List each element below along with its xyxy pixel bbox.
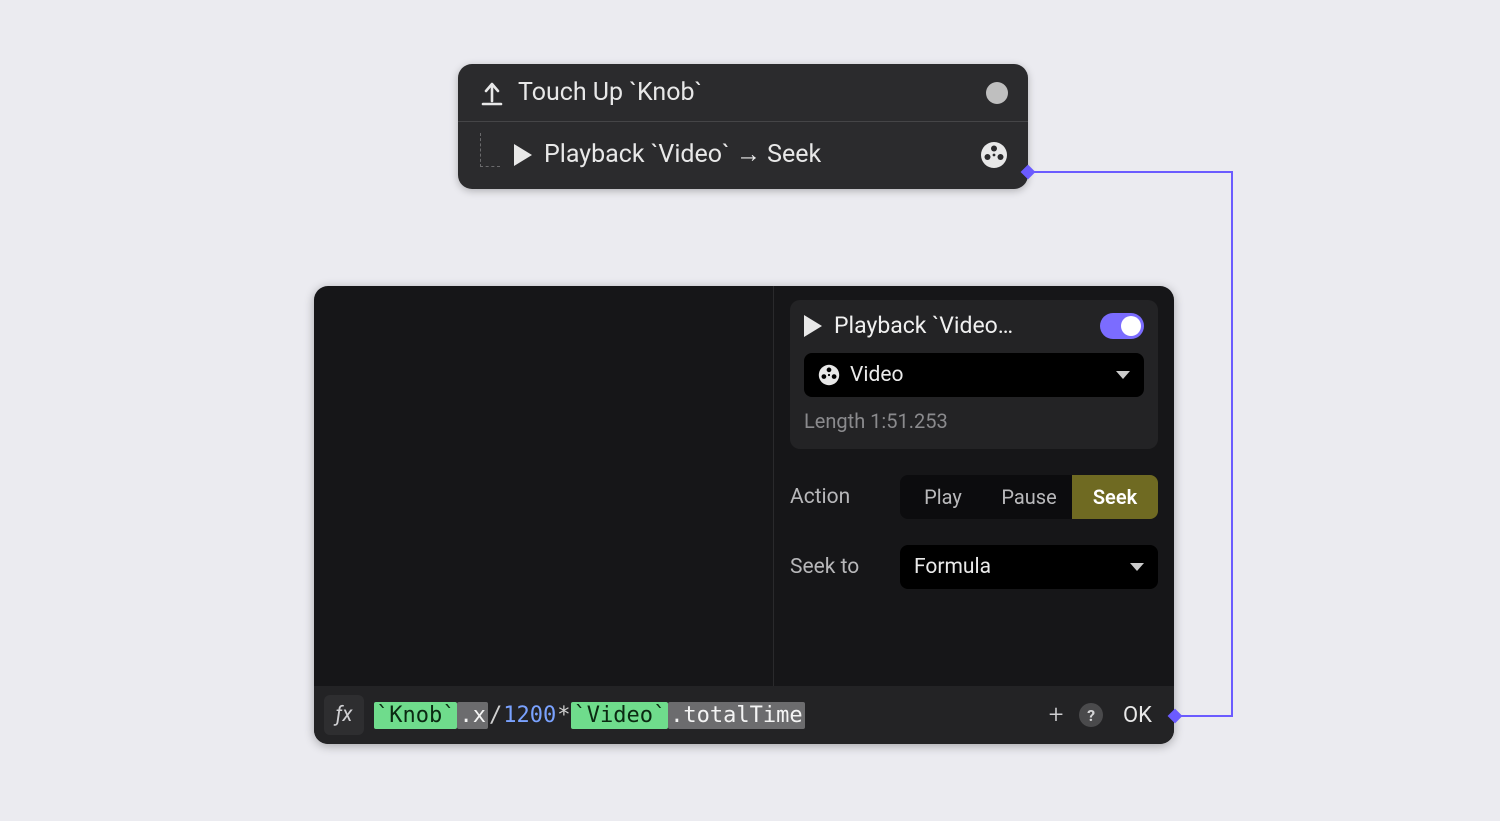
playback-group: Playback `Video… Video bbox=[790, 300, 1158, 449]
video-reel-icon bbox=[980, 141, 1008, 169]
formula-ok-button[interactable]: OK bbox=[1115, 703, 1160, 728]
node-action-row[interactable]: Playback `Video` → Seek bbox=[458, 122, 1028, 189]
help-icon[interactable]: ? bbox=[1079, 703, 1103, 727]
chevron-down-icon bbox=[1116, 371, 1130, 379]
node-header[interactable]: Touch Up `Knob` bbox=[458, 64, 1028, 122]
seek-mode-select[interactable]: Formula bbox=[900, 545, 1158, 589]
video-select[interactable]: Video bbox=[804, 353, 1144, 397]
formula-token-prop: .x bbox=[457, 702, 488, 729]
action-label: Action bbox=[790, 485, 886, 509]
action-option-seek[interactable]: Seek bbox=[1072, 475, 1158, 519]
formula-token-prop: .totalTime bbox=[668, 702, 804, 729]
play-icon bbox=[514, 144, 532, 166]
editor-sidebar: Playback `Video… Video bbox=[774, 286, 1174, 686]
status-dot-icon bbox=[986, 82, 1008, 104]
node-action-label: Playback `Video` → Seek bbox=[544, 140, 968, 169]
video-reel-icon bbox=[818, 364, 840, 386]
formula-bar: ƒx `Knob`.x/1200*`Video`.totalTime + ? O… bbox=[314, 686, 1174, 744]
formula-token-num: 1200 bbox=[503, 703, 556, 728]
tree-branch-icon bbox=[480, 133, 500, 167]
fx-icon[interactable]: ƒx bbox=[324, 695, 364, 735]
seek-to-label: Seek to bbox=[790, 555, 886, 579]
touch-up-icon bbox=[480, 79, 504, 107]
editor-preview-area bbox=[314, 286, 774, 686]
formula-token-ref: `Knob` bbox=[374, 702, 457, 729]
node-title: Touch Up `Knob` bbox=[518, 78, 972, 107]
chevron-down-icon bbox=[1130, 563, 1144, 571]
editor-panel: Playback `Video… Video bbox=[314, 286, 1174, 744]
seek-mode-value: Formula bbox=[914, 555, 991, 579]
formula-token-op: / bbox=[488, 703, 503, 728]
formula-token-op: * bbox=[556, 703, 571, 728]
interaction-node[interactable]: Touch Up `Knob` Playback `Video` → Seek bbox=[458, 64, 1028, 189]
play-icon bbox=[804, 315, 822, 337]
formula-input[interactable]: `Knob`.x/1200*`Video`.totalTime bbox=[374, 702, 1033, 729]
action-option-pause[interactable]: Pause bbox=[986, 475, 1072, 519]
video-select-label: Video bbox=[850, 363, 903, 387]
video-length-label: Length 1:51.253 bbox=[804, 409, 1144, 433]
action-row: Action PlayPauseSeek bbox=[790, 475, 1158, 519]
seek-to-row: Seek to Formula bbox=[790, 545, 1158, 589]
formula-add-button[interactable]: + bbox=[1043, 702, 1069, 728]
action-segmented-control[interactable]: PlayPauseSeek bbox=[900, 475, 1158, 519]
formula-token-ref: `Video` bbox=[571, 702, 668, 729]
playback-enabled-toggle[interactable] bbox=[1100, 313, 1144, 339]
playback-group-title: Playback `Video… bbox=[834, 312, 1088, 339]
action-option-play[interactable]: Play bbox=[900, 475, 986, 519]
